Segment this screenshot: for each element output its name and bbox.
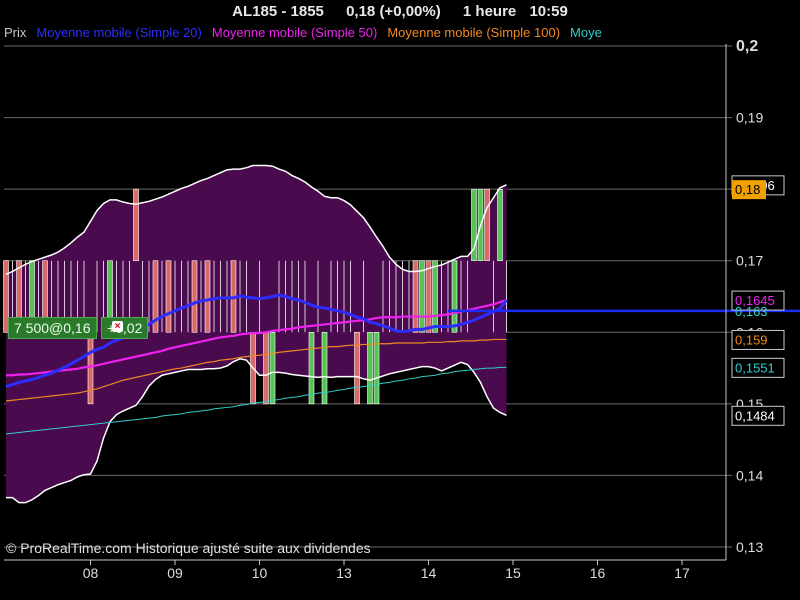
- candle: [204, 260, 211, 333]
- candle: [308, 331, 315, 405]
- x-tick-label: 16: [590, 565, 606, 581]
- x-tick-label: 15: [505, 565, 521, 581]
- candle: [367, 331, 373, 405]
- y-tick-label: 0,13: [736, 539, 763, 555]
- position-label: 7 500@0,16: [8, 317, 97, 339]
- x-tick-label: 17: [674, 565, 690, 581]
- candle: [269, 331, 276, 405]
- candle: [321, 331, 328, 405]
- candle: [87, 331, 94, 405]
- price-label: 0,159: [735, 332, 768, 347]
- candle: [451, 260, 458, 333]
- price-label: 0,18: [735, 182, 760, 197]
- plot-area[interactable]: 0,130,140,150,160,170,180,190,2080910131…: [0, 0, 800, 600]
- chart: AL185 - 1855 0,18 (+0,00%) 1 heure 10:59…: [0, 0, 800, 600]
- x-tick-label: 14: [421, 565, 437, 581]
- candle: [497, 188, 503, 262]
- position-pnl: +0,02: [100, 317, 149, 339]
- close-icon[interactable]: ×: [112, 321, 123, 332]
- y-tick-label: 0,14: [736, 467, 763, 483]
- candle: [133, 188, 139, 262]
- y-tick-label: 0,19: [736, 110, 763, 126]
- watermark: © ProRealTime.com Historique ajusté suit…: [6, 540, 371, 556]
- price-label: 0,1484: [735, 408, 775, 423]
- y-tick-label: 0,17: [736, 253, 763, 269]
- candle: [432, 260, 438, 333]
- price-label: 0,1551: [735, 360, 775, 375]
- x-tick-label: 13: [336, 565, 352, 581]
- x-tick-label: 10: [252, 565, 268, 581]
- candle: [263, 331, 269, 405]
- candle: [165, 260, 172, 333]
- candle: [373, 331, 380, 405]
- candle: [354, 331, 360, 405]
- x-tick-label: 09: [167, 565, 183, 581]
- candle: [425, 260, 432, 333]
- candle: [484, 188, 490, 262]
- candle: [191, 260, 198, 333]
- y-tick-label: 0,2: [736, 38, 758, 55]
- x-tick-label: 08: [83, 565, 99, 581]
- price-labels: 0,18060,180,16450,1630,1590,15510,1484: [731, 175, 785, 426]
- position-badge[interactable]: 7 500@0,16 × +0,02: [8, 314, 149, 339]
- price-label: 0,163: [735, 304, 768, 319]
